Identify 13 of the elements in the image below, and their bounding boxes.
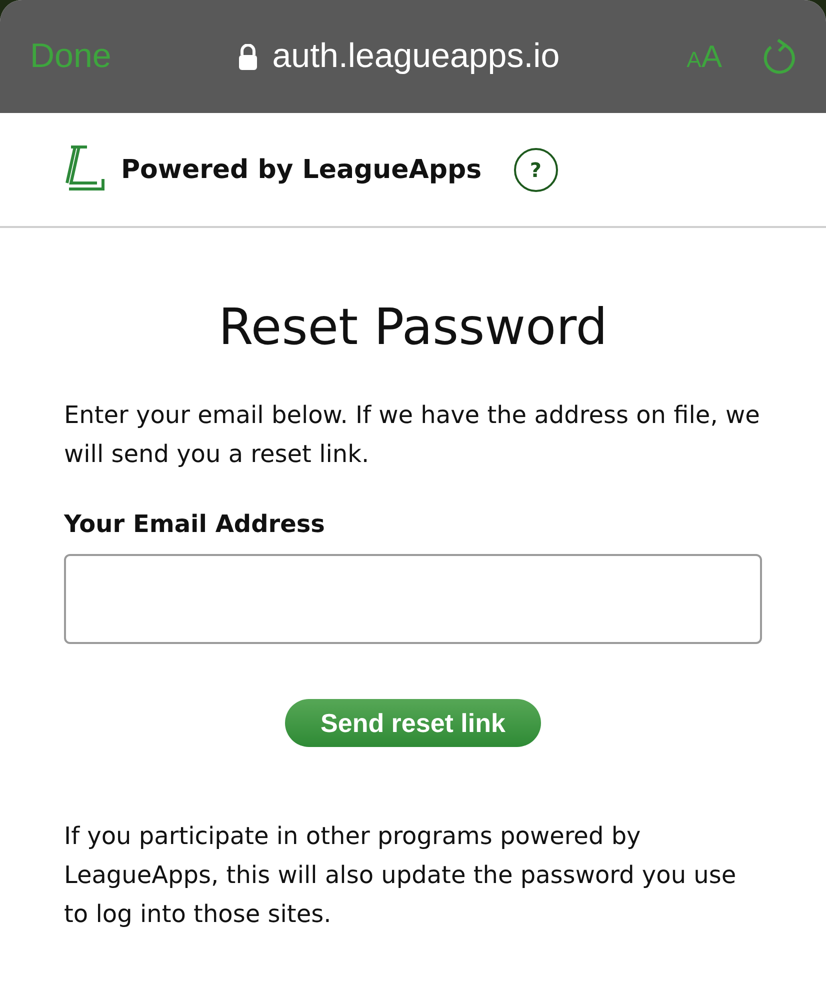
powered-by-text: Powered by LeagueApps (121, 154, 482, 184)
intro-text: Enter your email below. If we have the address on file, we will send you a reset link. (64, 400, 761, 470)
text-size-button[interactable]: AA (686, 38, 722, 74)
page-title: Reset Password (217, 298, 609, 356)
url-text[interactable]: auth.leagueapps.io (272, 37, 560, 76)
send-reset-link-button[interactable]: Send reset link (285, 699, 541, 747)
help-button[interactable]: ? (514, 148, 558, 192)
lock-icon (238, 44, 258, 70)
email-field[interactable] (64, 554, 762, 644)
email-label: Your Email Address (64, 510, 326, 538)
done-button[interactable]: Done (30, 37, 112, 76)
reload-icon[interactable] (762, 38, 796, 74)
note-text: If you participate in other programs powered by LeagueApps, this will also update the password you use to log into those sites. (64, 821, 738, 930)
